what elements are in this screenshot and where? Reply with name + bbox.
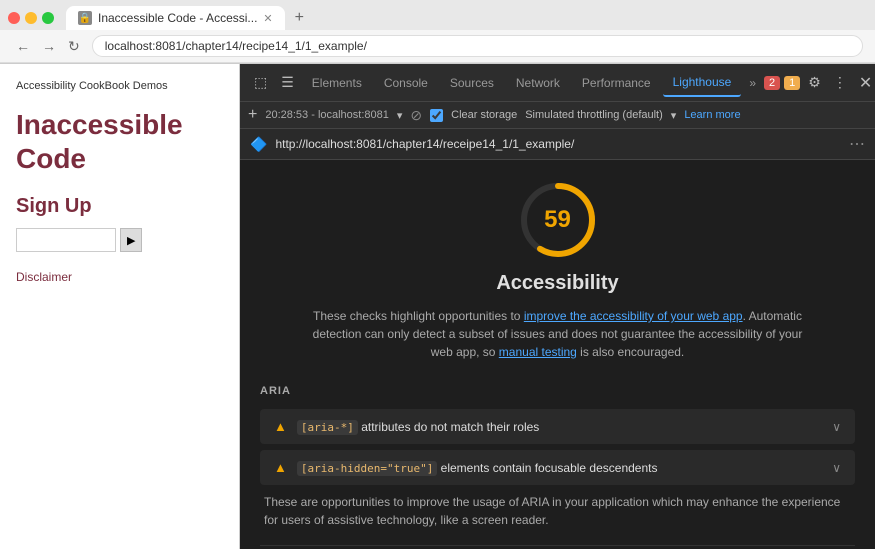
audit-chevron-2: ∨ bbox=[832, 461, 841, 475]
clear-storage-label: Clear storage bbox=[451, 109, 517, 121]
throttle-arrow: ▾ bbox=[671, 109, 677, 122]
time-display: 20:28:53 - localhost:8081 bbox=[265, 109, 389, 121]
audit-warning-icon-2: ▲ bbox=[274, 460, 287, 475]
url-more-button[interactable]: ⋯ bbox=[849, 134, 865, 154]
audit-warning-icon-1: ▲ bbox=[274, 419, 287, 434]
accessibility-title: Accessibility bbox=[260, 272, 855, 295]
web-page-panel: Accessibility CookBook Demos Inaccessibl… bbox=[0, 64, 240, 549]
back-button[interactable]: ← bbox=[12, 36, 34, 57]
nav-buttons: ← → ↻ bbox=[12, 36, 84, 57]
throttling-label: Simulated throttling (default) bbox=[525, 109, 663, 121]
sign-up-heading: Sign Up bbox=[16, 195, 223, 218]
audit-code-1: [aria-*] bbox=[297, 420, 358, 435]
refresh-button[interactable]: ↻ bbox=[64, 36, 84, 57]
tab-console[interactable]: Console bbox=[374, 70, 438, 96]
devtools-inspect-icon[interactable]: ☰ bbox=[275, 70, 300, 95]
audit-item-aria-1[interactable]: ▲ [aria-*] attributes do not match their… bbox=[260, 409, 855, 444]
audit-code-2: [aria-hidden="true"] bbox=[297, 461, 437, 476]
tab-bar: 🔒 Inaccessible Code - Accessi... ✕ + bbox=[0, 0, 875, 30]
clear-button[interactable]: ⊘ bbox=[410, 107, 422, 124]
add-panel-button[interactable]: + bbox=[248, 106, 257, 124]
devtools-url-text: http://localhost:8081/chapter14/receipe1… bbox=[275, 137, 841, 151]
tab-network[interactable]: Network bbox=[506, 70, 570, 96]
devtools-toolbar: ⬚ ☰ Elements Console Sources Network Per… bbox=[240, 64, 875, 102]
audit-text-1: [aria-*] attributes do not match their r… bbox=[297, 420, 822, 434]
audit-item-aria-2[interactable]: ▲ [aria-hidden="true"] elements contain … bbox=[260, 450, 855, 485]
devtools-more-button[interactable]: ⋮ bbox=[829, 70, 851, 95]
tab-favicon: 🔒 bbox=[78, 11, 92, 25]
url-input[interactable] bbox=[92, 35, 863, 57]
devtools-right-controls: 2 1 ⚙ ⋮ ✕ bbox=[764, 69, 875, 97]
browser-chrome: 🔒 Inaccessible Code - Accessi... ✕ + ← →… bbox=[0, 0, 875, 64]
sign-up-form: ▶ bbox=[16, 228, 223, 252]
sign-up-button[interactable]: ▶ bbox=[120, 228, 142, 252]
aria-section-label: ARIA bbox=[260, 385, 855, 401]
accessibility-description: These checks highlight opportunities to … bbox=[308, 307, 808, 361]
traffic-lights bbox=[8, 12, 54, 24]
devtools-panel: ⬚ ☰ Elements Console Sources Network Per… bbox=[240, 64, 875, 549]
tab-elements[interactable]: Elements bbox=[302, 70, 372, 96]
score-number: 59 bbox=[544, 206, 571, 234]
lighthouse-icon: 🔷 bbox=[250, 136, 267, 153]
page-heading: Inaccessible Code bbox=[16, 108, 223, 175]
site-title: Accessibility CookBook Demos bbox=[16, 80, 223, 92]
forward-button[interactable]: → bbox=[38, 36, 60, 57]
active-tab[interactable]: 🔒 Inaccessible Code - Accessi... ✕ bbox=[66, 6, 285, 30]
tab-close-button[interactable]: ✕ bbox=[263, 12, 272, 25]
learn-more-link[interactable]: Learn more bbox=[684, 109, 740, 121]
lighthouse-content: 59 Accessibility These checks highlight … bbox=[240, 160, 875, 549]
sign-up-input[interactable] bbox=[16, 228, 116, 252]
names-labels-section: NAMES AND LABELS bbox=[260, 545, 855, 549]
more-tabs-button[interactable]: » bbox=[743, 72, 762, 94]
manual-testing-link[interactable]: manual testing bbox=[499, 345, 577, 359]
address-bar: ← → ↻ bbox=[0, 30, 875, 63]
devtools-cursor-icon[interactable]: ⬚ bbox=[248, 70, 273, 95]
devtools-url-bar: 🔷 http://localhost:8081/chapter14/receip… bbox=[240, 129, 875, 160]
dropdown-arrow: ▾ bbox=[397, 109, 403, 122]
audit-chevron-1: ∨ bbox=[832, 420, 841, 434]
error-badge: 2 bbox=[764, 76, 780, 90]
devtools-settings-button[interactable]: ⚙ bbox=[804, 70, 825, 95]
aria-section: ARIA ▲ [aria-*] attributes do not match … bbox=[260, 385, 855, 529]
clear-storage-checkbox[interactable] bbox=[430, 109, 443, 122]
audit-text-2: [aria-hidden="true"] elements contain fo… bbox=[297, 461, 822, 475]
disclaimer-link[interactable]: Disclaimer bbox=[16, 270, 72, 284]
audit-text-label-2: elements contain focusable descendents bbox=[441, 461, 658, 475]
tab-lighthouse[interactable]: Lighthouse bbox=[663, 69, 742, 97]
main-area: Accessibility CookBook Demos Inaccessibl… bbox=[0, 64, 875, 549]
aria-description: These are opportunities to improve the u… bbox=[260, 493, 855, 529]
tab-performance[interactable]: Performance bbox=[572, 70, 661, 96]
audit-text-label-1: attributes do not match their roles bbox=[361, 420, 539, 434]
warn-badge: 1 bbox=[784, 76, 800, 90]
tab-sources[interactable]: Sources bbox=[440, 70, 504, 96]
score-circle-container: 59 bbox=[260, 180, 855, 260]
close-traffic-light[interactable] bbox=[8, 12, 20, 24]
desc-part1: These checks highlight opportunities to bbox=[313, 309, 524, 323]
desc-part3: is also encouraged. bbox=[577, 345, 684, 359]
minimize-traffic-light[interactable] bbox=[25, 12, 37, 24]
devtools-close-button[interactable]: ✕ bbox=[855, 69, 875, 97]
new-tab-button[interactable]: + bbox=[289, 7, 310, 29]
score-circle: 59 bbox=[518, 180, 598, 260]
maximize-traffic-light[interactable] bbox=[42, 12, 54, 24]
improve-link[interactable]: improve the accessibility of your web ap… bbox=[524, 309, 743, 323]
tab-title: Inaccessible Code - Accessi... bbox=[98, 11, 257, 25]
devtools-subtoolbar: + 20:28:53 - localhost:8081 ▾ ⊘ Clear st… bbox=[240, 102, 875, 129]
